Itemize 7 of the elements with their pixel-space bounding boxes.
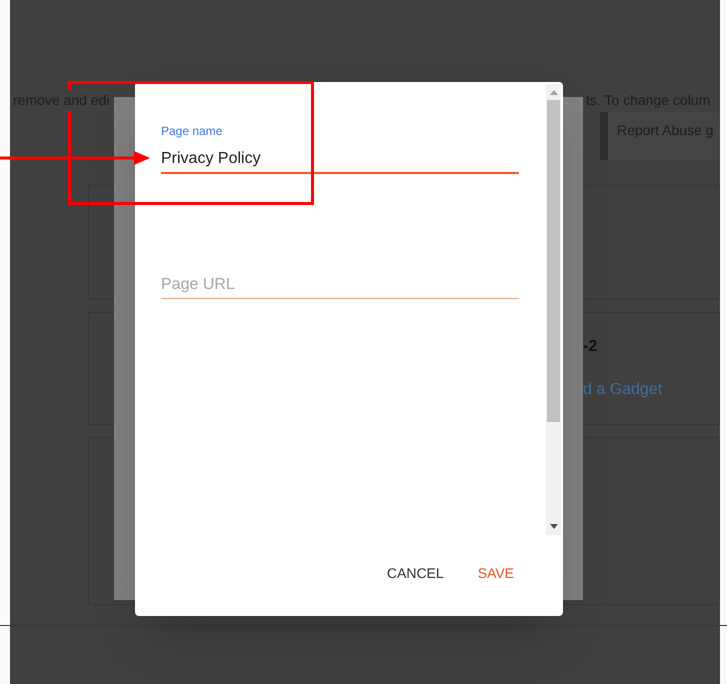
scroll-down-icon[interactable]	[550, 524, 558, 529]
scrollbar-thumb[interactable]	[547, 100, 560, 422]
cancel-button[interactable]: CANCEL	[378, 557, 452, 590]
text-field[interactable]: Privacy Policy	[161, 146, 519, 174]
text-field[interactable]: Page URL	[161, 271, 519, 299]
field-label: Page name	[161, 124, 222, 138]
scroll-up-icon[interactable]	[550, 90, 558, 95]
